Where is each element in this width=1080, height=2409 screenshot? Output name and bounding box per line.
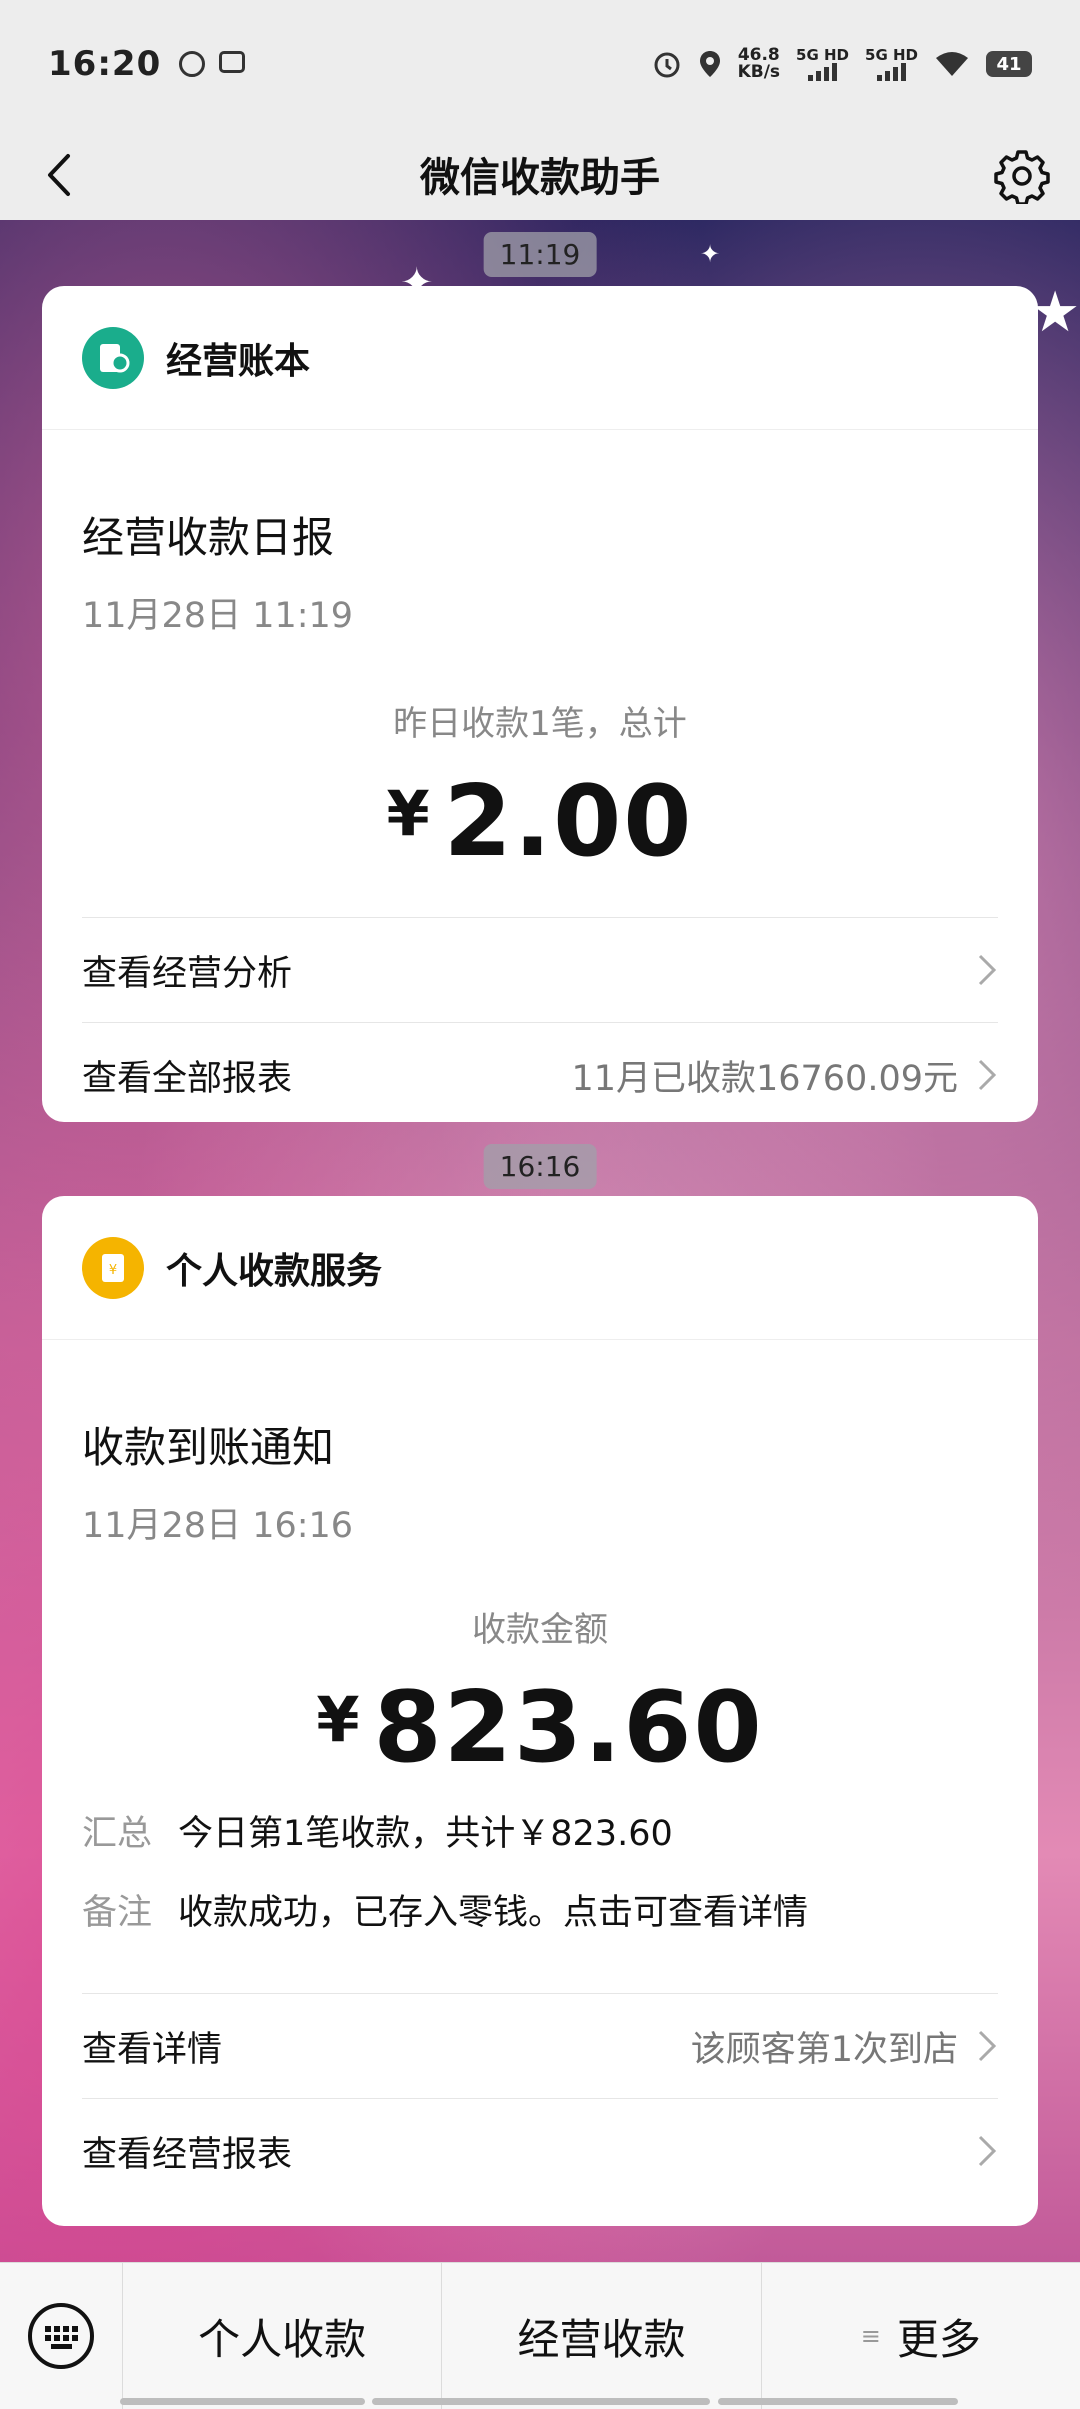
location-icon	[699, 51, 720, 77]
row-extra: 该顾客第1次到店	[690, 2029, 958, 2070]
message-timestamp: 16:16	[483, 1144, 597, 1189]
row-extra: 11月已收款16760.09元	[571, 1058, 958, 1099]
menu-business-collection[interactable]: 经营收款	[441, 2263, 760, 2409]
alarm-icon	[654, 52, 680, 78]
wifi-icon	[936, 52, 968, 76]
menu-personal-collection[interactable]: 个人收款	[122, 2263, 441, 2409]
wallet-icon: ¥	[82, 1236, 144, 1299]
card-date: 11月28日 16:16	[82, 1506, 354, 1546]
chevron-right-icon	[978, 954, 997, 986]
app-notification-icon	[179, 51, 206, 77]
amount: ¥823.60	[82, 1671, 998, 1791]
amount-value: 2.00	[443, 765, 694, 879]
card-title: 经营收款日报	[82, 513, 335, 562]
sim1-signal: 5G HD	[796, 47, 849, 81]
status-left-icons	[179, 51, 246, 77]
menu-lines-icon: ≡	[860, 2322, 881, 2350]
star-decoration: ✦	[700, 240, 721, 268]
row-label: 查看经营分析	[82, 953, 293, 994]
status-bar: 16:20 46.8 KB/s 5G HD 5G HD 41	[0, 0, 1080, 128]
link-row-all-reports[interactable]: 查看全部报表 11月已收款16760.09元	[82, 1022, 998, 1122]
back-icon[interactable]	[36, 150, 86, 200]
brand-name: 经营账本	[166, 340, 311, 382]
battery-level: 41	[996, 53, 1022, 75]
amount-value: 823.60	[373, 1671, 764, 1785]
card-title: 收款到账通知	[82, 1423, 335, 1472]
sim2-label: 5G HD	[865, 46, 918, 64]
network-speed-unit: KB/s	[737, 62, 781, 82]
message-card[interactable]: ¥ 个人收款服务 收款到账通知 11月28日 16:16 收款金额 ¥823.6…	[42, 1196, 1038, 2226]
brand-name: 个人收款服务	[166, 1250, 383, 1292]
chevron-right-icon	[978, 2135, 997, 2167]
menu-label: 更多	[896, 2314, 981, 2364]
message-timestamp: 11:19	[483, 232, 597, 277]
sim1-label: 5G HD	[796, 46, 850, 64]
amount-label: 昨日收款1笔，总计	[393, 704, 687, 744]
tv-notification-icon	[219, 51, 246, 73]
menu-label: 个人收款	[198, 2314, 367, 2364]
link-row-business-analysis[interactable]: 查看经营分析	[82, 917, 998, 1022]
signal-bars-icon	[877, 63, 906, 81]
summary-line: 汇总 今日第1笔收款，共计￥823.60	[82, 1805, 998, 1856]
summary-key: 汇总	[82, 1814, 153, 1854]
network-speed: 46.8 KB/s	[738, 47, 780, 81]
message-card[interactable]: 经营账本 经营收款日报 11月28日 11:19 昨日收款1笔，总计 ¥2.00…	[42, 286, 1038, 1122]
status-right-icons: 46.8 KB/s 5G HD 5G HD 41	[652, 47, 1032, 81]
note-key: 备注	[82, 1893, 153, 1933]
gesture-bar	[372, 2398, 710, 2405]
row-label: 查看经营报表	[82, 2134, 293, 2175]
link-row-business-report[interactable]: 查看经营报表	[82, 2098, 998, 2203]
card-header: ¥ 个人收款服务	[42, 1196, 1038, 1340]
ledger-icon	[82, 326, 144, 389]
card-header: 经营账本	[42, 286, 1038, 430]
row-label: 查看详情	[82, 2029, 223, 2070]
settings-gear-icon[interactable]	[994, 148, 1050, 204]
sim2-signal: 5G HD	[865, 47, 918, 81]
amount-label: 收款金额	[472, 1610, 608, 1650]
signal-bars-icon	[808, 63, 838, 81]
note-line: 备注 收款成功，已存入零钱。点击可查看详情	[82, 1884, 998, 1935]
status-time: 16:20	[48, 44, 162, 84]
currency-symbol: ¥	[386, 777, 430, 850]
card-date: 11月28日 11:19	[82, 596, 354, 636]
menu-more[interactable]: ≡ 更多	[760, 2263, 1080, 2409]
menu-label: 经营收款	[517, 2314, 686, 2364]
page-title: 微信收款助手	[420, 155, 660, 201]
svg-text:¥: ¥	[109, 1263, 117, 1278]
note-value: 收款成功，已存入零钱。点击可查看详情	[178, 1893, 809, 1933]
battery-icon: 41	[986, 51, 1032, 77]
row-label: 查看全部报表	[82, 1058, 293, 1099]
chevron-right-icon	[978, 2030, 997, 2062]
link-row-details[interactable]: 查看详情 该顾客第1次到店	[82, 1993, 998, 2098]
gesture-bar	[120, 2398, 365, 2405]
keyboard-icon	[28, 2303, 94, 2369]
amount: ¥2.00	[82, 765, 998, 885]
nav-bar: 微信收款助手	[0, 128, 1080, 221]
bottom-menu-bar: 个人收款 经营收款 ≡ 更多	[0, 2262, 1080, 2409]
keyboard-toggle-button[interactable]	[0, 2263, 122, 2409]
currency-symbol: ¥	[316, 1683, 360, 1756]
chevron-right-icon	[978, 1059, 997, 1091]
summary-value: 今日第1笔收款，共计￥823.60	[178, 1814, 673, 1854]
gesture-bar	[718, 2398, 958, 2405]
